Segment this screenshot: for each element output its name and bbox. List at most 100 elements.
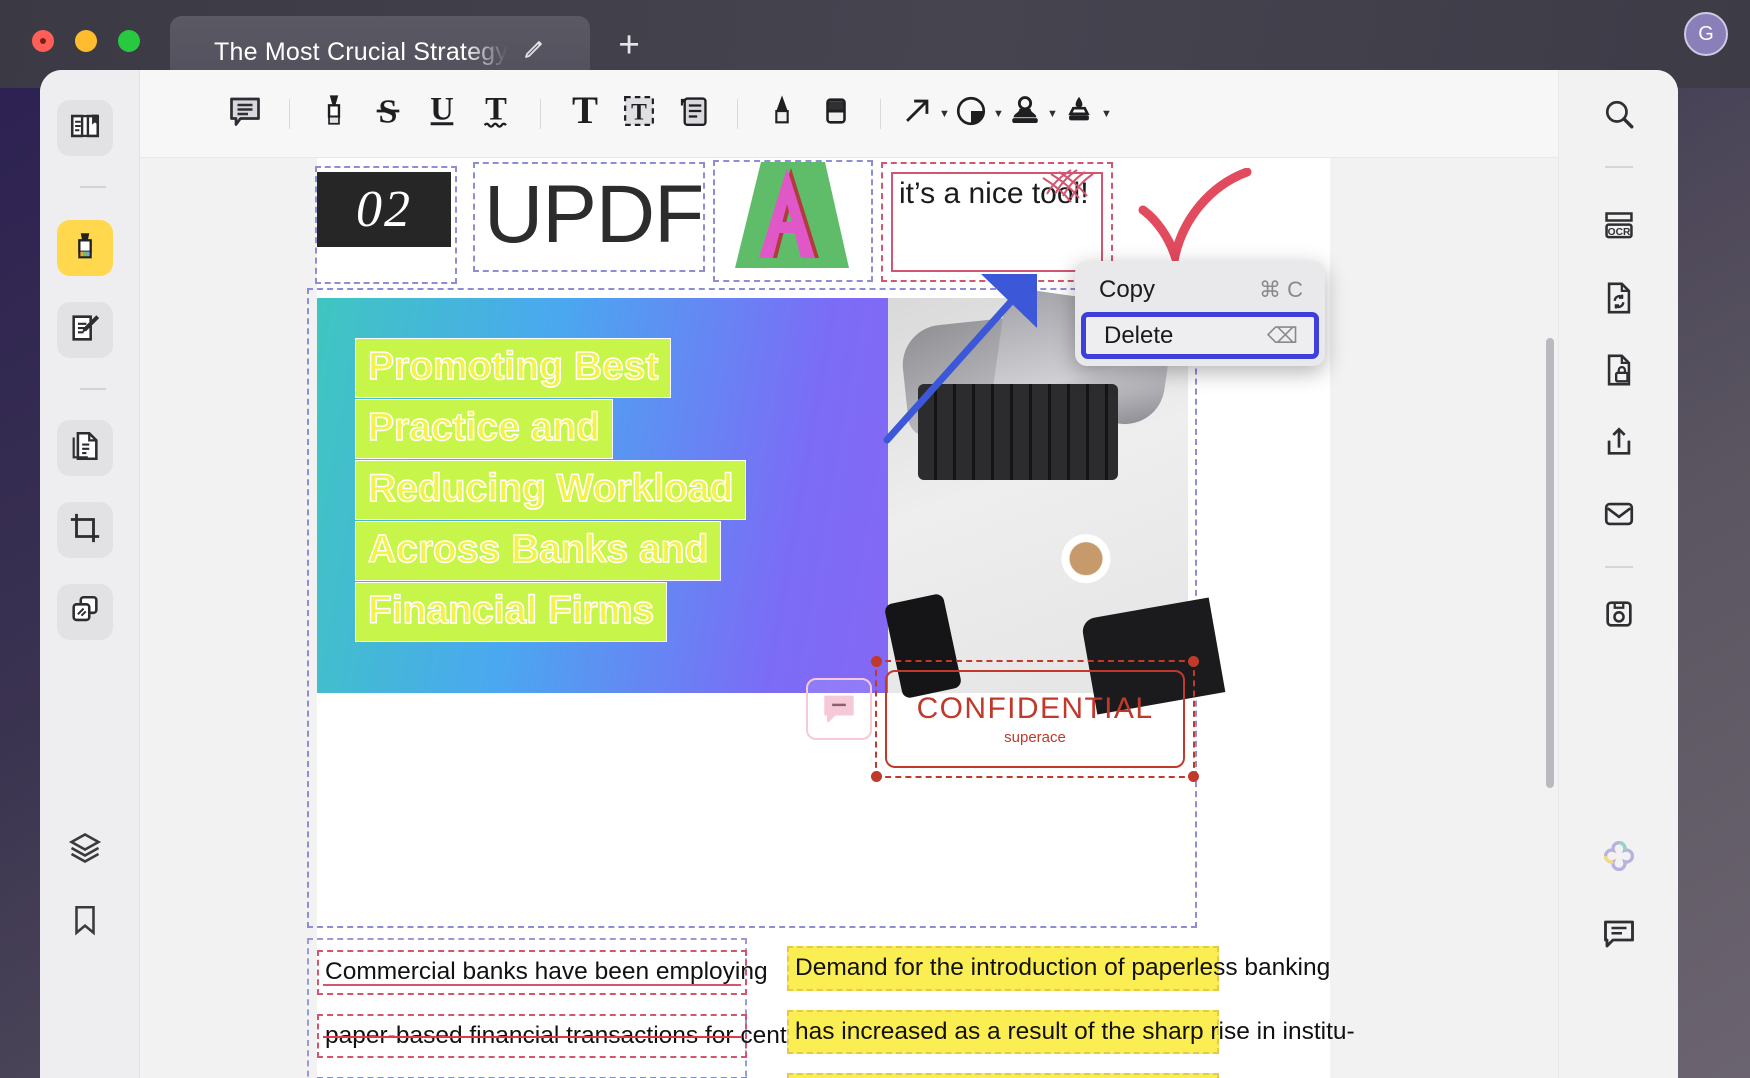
sidebar-item-layers[interactable] — [57, 822, 113, 878]
right-text-column[interactable]: Demand for the introduction of paperless… — [787, 946, 1355, 1078]
stamp-handle-br[interactable] — [1188, 771, 1199, 782]
rename-pencil-icon[interactable] — [522, 37, 546, 67]
minimize-button[interactable] — [75, 30, 97, 52]
arrow-icon — [900, 94, 934, 133]
eraser-tool[interactable] — [809, 87, 863, 141]
text-tool[interactable]: T — [558, 87, 612, 141]
svg-text:U: U — [430, 92, 454, 128]
vertical-scrollbar[interactable] — [1546, 338, 1554, 788]
shapes-tool[interactable]: ▼ — [898, 87, 952, 141]
left-text-column[interactable]: Commercial banks have been employing pap… — [317, 950, 847, 1078]
chevron-down-icon[interactable]: ▼ — [993, 108, 1004, 120]
sidebar-item-reader[interactable] — [57, 100, 113, 156]
stamp-handle-tr[interactable] — [1188, 656, 1199, 667]
right-divider-2 — [1605, 566, 1633, 568]
lock-document-icon — [1602, 353, 1636, 392]
zoom-button[interactable] — [118, 30, 140, 52]
main-panel: S U T T T ▼ ▼ ▼ ▼ OCR 02 UPDF it’s a nic… — [40, 70, 1678, 1078]
toolbar-divider-2 — [540, 98, 541, 129]
context-menu[interactable]: Copy ⌘ C Delete ⌫ — [1075, 261, 1325, 366]
sidebar-item-edit[interactable] — [57, 302, 113, 358]
share-icon — [1602, 425, 1636, 464]
sticky-note-tool[interactable] — [218, 87, 272, 141]
pencil-tool[interactable] — [755, 87, 809, 141]
sidebar-item-comment[interactable] — [57, 220, 113, 276]
comment-panel-button[interactable] — [1591, 908, 1647, 964]
highlight-icon — [317, 92, 351, 135]
rail-divider-2 — [80, 388, 106, 390]
squiggly-tool[interactable]: T — [469, 87, 523, 141]
section-number-badge[interactable]: 02 — [317, 172, 451, 247]
sidebar-item-organize[interactable] — [57, 420, 113, 476]
sticky-note-icon — [227, 93, 263, 134]
headline-line-3[interactable]: Reducing Workload — [355, 460, 747, 520]
email-button[interactable] — [1591, 488, 1647, 544]
close-button[interactable] — [32, 30, 54, 52]
brand-text[interactable]: UPDF — [484, 168, 704, 262]
ocr-button[interactable]: OCR — [1591, 200, 1647, 256]
book-reader-icon — [68, 109, 102, 148]
text-line[interactable]: paper-based financial transactions for c… — [317, 1013, 847, 1058]
text-line[interactable]: tional expenses and environmental concer… — [787, 1073, 1219, 1078]
text-line[interactable]: Commercial banks have been employing — [317, 950, 768, 995]
text-line[interactable]: Demand for the introduction of paperless… — [787, 946, 1330, 991]
stamp-handle-bl[interactable] — [871, 771, 882, 782]
strikethrough-tool[interactable]: S — [361, 87, 415, 141]
tab-title: The Most Crucial Strategy — [214, 37, 508, 66]
signature-icon — [1062, 94, 1096, 133]
sidebar-item-crop[interactable] — [57, 502, 113, 558]
text-callout-tool[interactable] — [666, 87, 720, 141]
text-line-content: has increased as a result of the sharp r… — [795, 1017, 1355, 1045]
annotation-toolbar: S U T T T ▼ ▼ ▼ ▼ — [140, 70, 1558, 158]
chevron-down-icon[interactable]: ▼ — [1047, 108, 1058, 120]
ai-button[interactable] — [1591, 830, 1647, 886]
letter-a-sticker[interactable] — [721, 160, 861, 272]
highlighter-pen-icon — [68, 229, 102, 268]
save-button[interactable] — [1591, 588, 1647, 644]
underline-tool[interactable]: U — [415, 87, 469, 141]
rail-divider-1 — [80, 186, 106, 188]
text-line[interactable]: has increased as a result of the sharp r… — [787, 1009, 1355, 1054]
document-canvas[interactable]: 02 UPDF it’s a nice tool! Promoting Best… — [140, 158, 1558, 1078]
stamp-subtitle: superace — [1004, 729, 1066, 746]
callout-icon — [675, 92, 711, 135]
toolbar-divider-1 — [289, 98, 290, 129]
new-tab-button[interactable]: + — [608, 26, 650, 68]
avatar[interactable]: G — [1684, 12, 1728, 56]
text-box-icon: T — [621, 92, 657, 135]
context-menu-item-delete[interactable]: Delete ⌫ — [1081, 312, 1319, 359]
stamp-tool[interactable]: ▼ — [1006, 87, 1060, 141]
share-button[interactable] — [1591, 416, 1647, 472]
text-line-content: paper-based financial transactions for c… — [325, 1021, 847, 1049]
convert-icon — [1602, 281, 1636, 320]
headline-line-2[interactable]: Practice and — [355, 399, 613, 459]
sidebar-item-bookmark[interactable] — [57, 894, 113, 950]
text-line-content: Demand for the introduction of paperless… — [795, 954, 1331, 981]
highlight-tool[interactable] — [307, 87, 361, 141]
headline-line-1[interactable]: Promoting Best — [355, 338, 672, 398]
crop-icon — [68, 511, 102, 550]
context-menu-item-copy[interactable]: Copy ⌘ C — [1075, 268, 1325, 312]
red-scribble-annotation[interactable] — [1033, 164, 1133, 253]
headline-line-5[interactable]: Financial Firms — [355, 582, 668, 642]
headline-line-4[interactable]: Across Banks and — [355, 521, 722, 581]
text-box-tool[interactable]: T — [612, 87, 666, 141]
text-line-content: Commercial banks have been employing — [325, 958, 768, 985]
chevron-down-icon[interactable]: ▼ — [939, 108, 950, 120]
chevron-down-icon[interactable]: ▼ — [1101, 108, 1112, 120]
comment-marker[interactable] — [806, 678, 872, 740]
sidebar-item-compare[interactable] — [57, 584, 113, 640]
blue-arrow-annotation[interactable] — [877, 258, 1057, 453]
toolbar-divider-4 — [880, 98, 881, 129]
sticker-icon — [954, 94, 988, 133]
toolbar-divider-3 — [737, 98, 738, 129]
comment-list-icon — [1601, 916, 1637, 957]
signature-tool[interactable]: ▼ — [1060, 87, 1114, 141]
protect-button[interactable] — [1591, 344, 1647, 400]
convert-button[interactable] — [1591, 272, 1647, 328]
confidential-stamp[interactable]: CONFIDENTIAL superace — [885, 670, 1185, 768]
stamp-handle-tl[interactable] — [871, 656, 882, 667]
stickers-tool[interactable]: ▼ — [952, 87, 1006, 141]
search-button[interactable] — [1591, 88, 1647, 144]
right-divider-1 — [1605, 166, 1633, 168]
